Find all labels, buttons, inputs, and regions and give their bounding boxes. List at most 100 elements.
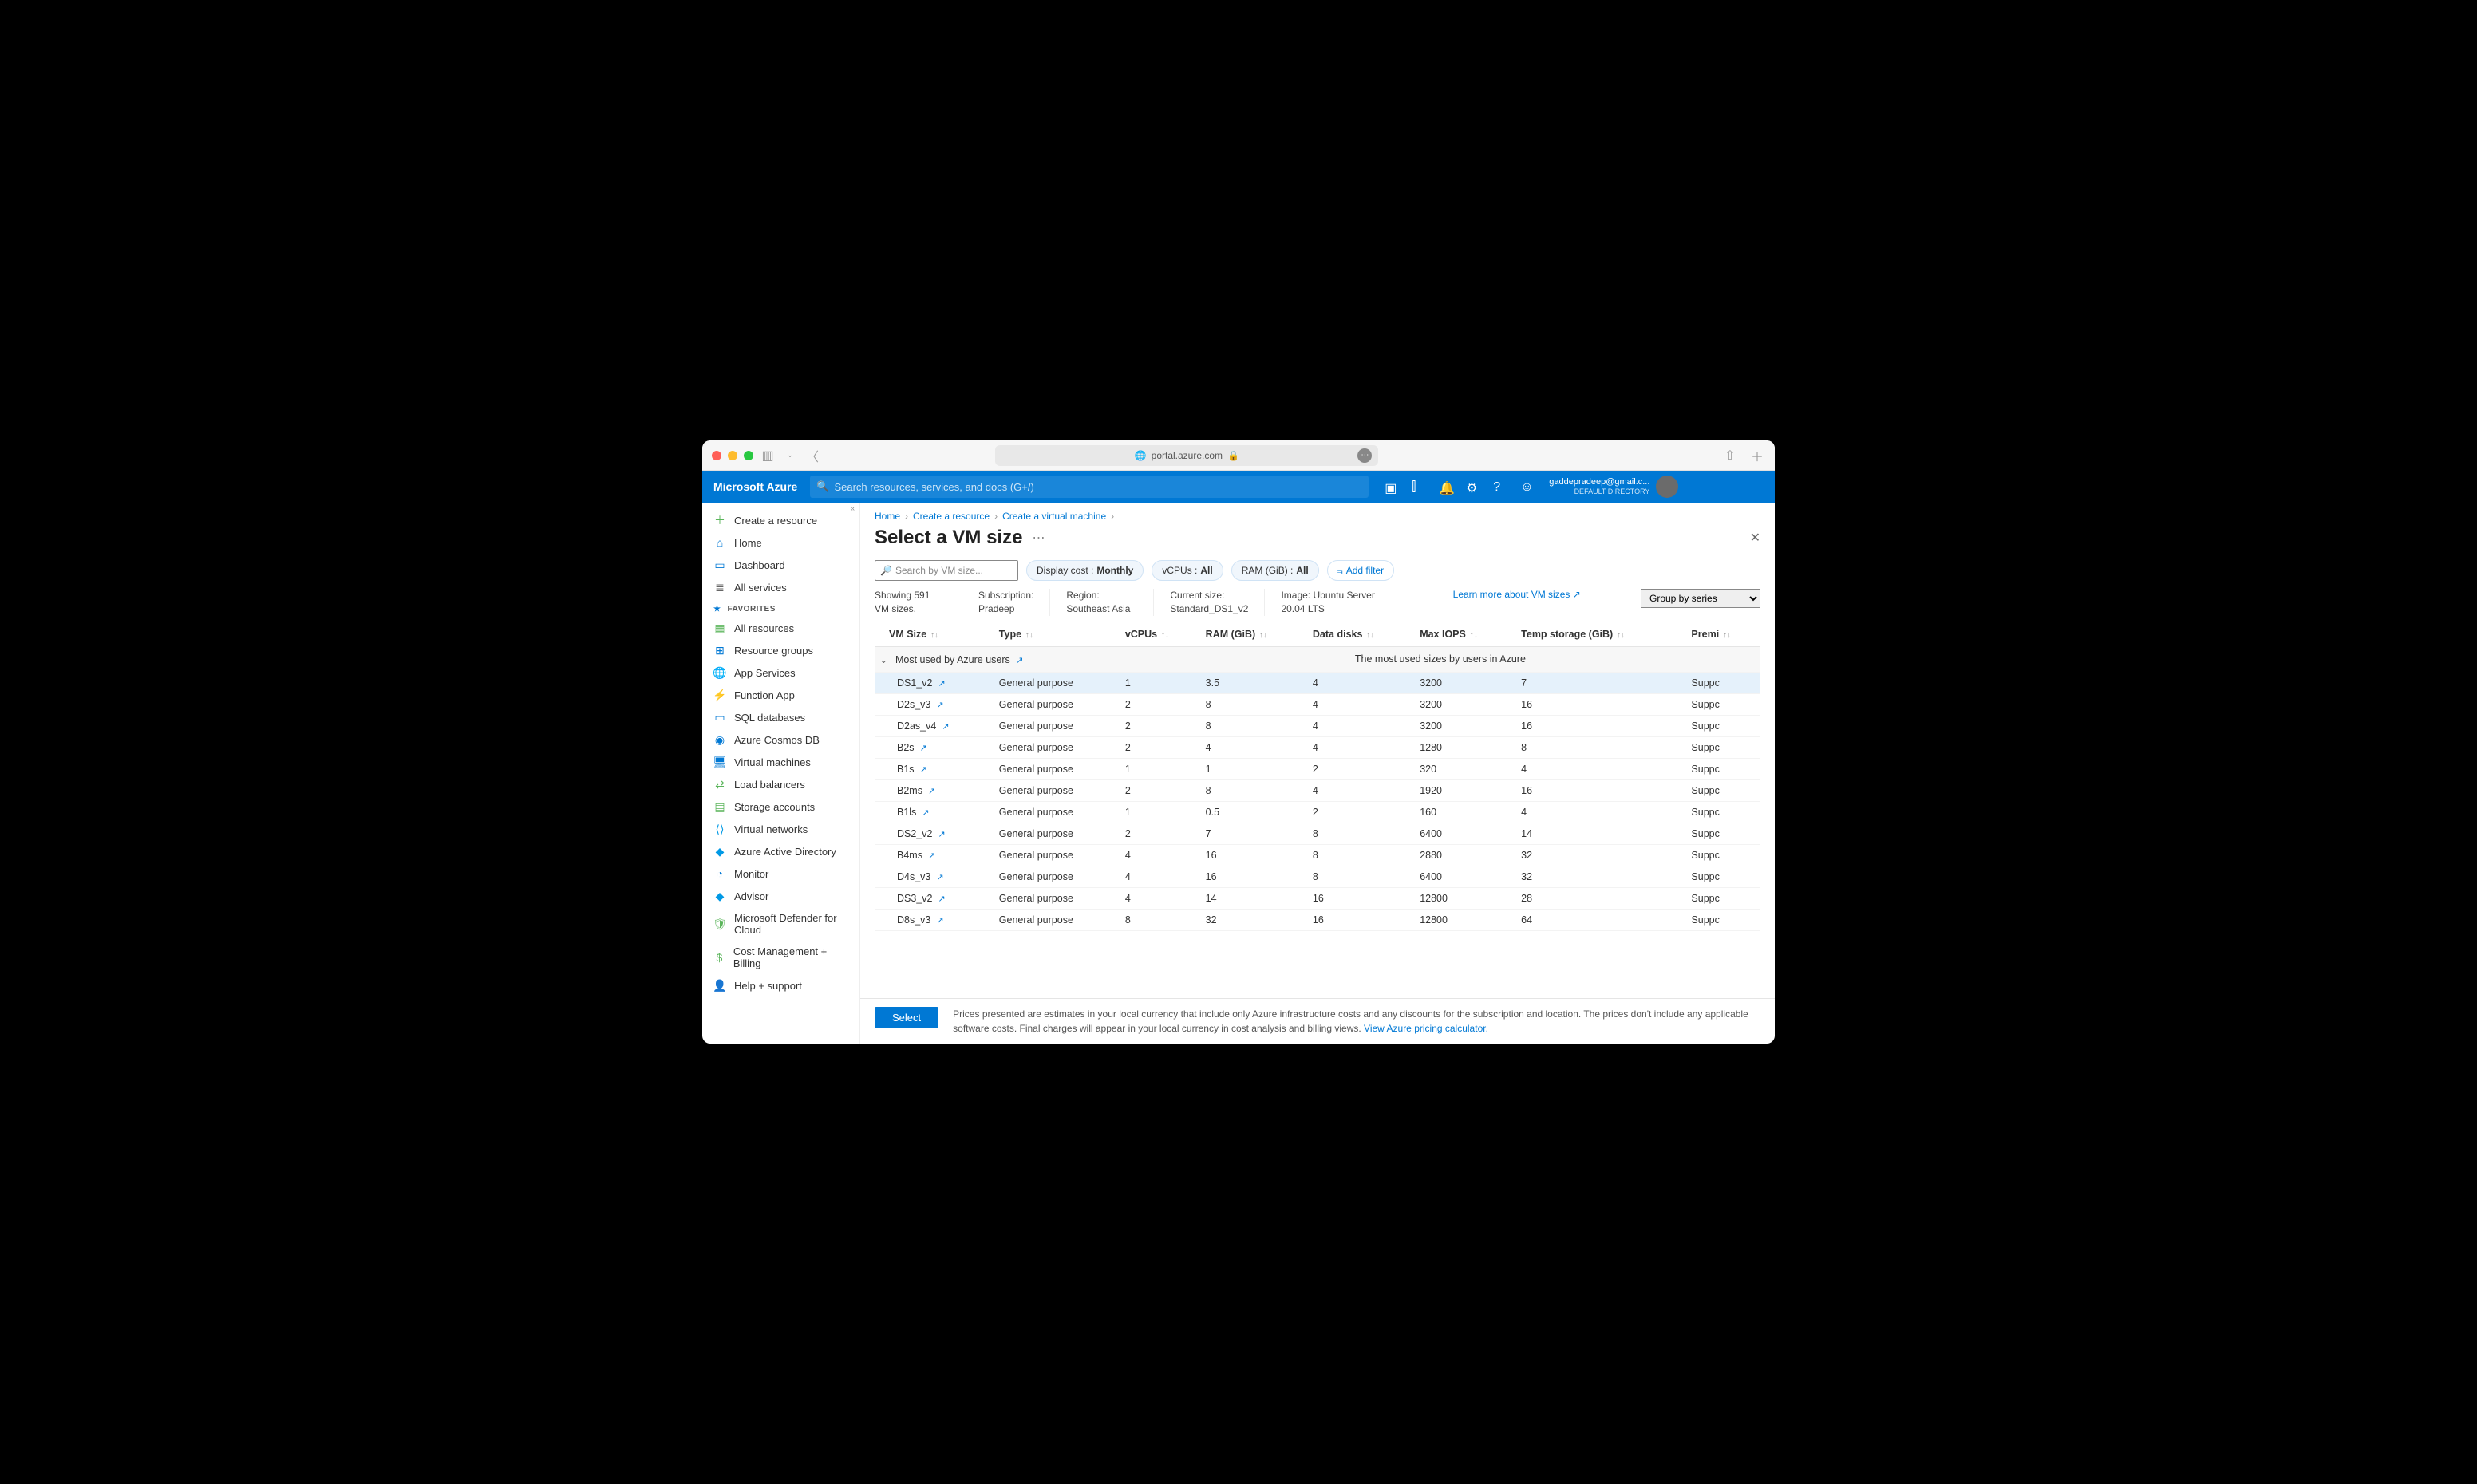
add-filter-button[interactable]: ⫬ Add filter: [1327, 560, 1394, 581]
cell-iops: 1280: [1415, 736, 1516, 758]
sidebar-item[interactable]: ▭SQL databases: [702, 706, 859, 728]
table-row[interactable]: D4s_v3 ↗ General purpose 4 16 8 6400 32 …: [875, 866, 1760, 887]
table-row[interactable]: D2s_v3 ↗ General purpose 2 8 4 3200 16 S…: [875, 693, 1760, 715]
table-row[interactable]: B4ms ↗ General purpose 4 16 8 2880 32 Su…: [875, 844, 1760, 866]
share-icon[interactable]: ⇧: [1722, 448, 1738, 464]
sidebar-item[interactable]: ＋Create a resource: [702, 509, 859, 531]
sidebar-item[interactable]: ⟨⟩Virtual networks: [702, 818, 859, 840]
brand-label[interactable]: Microsoft Azure: [713, 480, 797, 493]
sidebar-item[interactable]: $Cost Management + Billing: [702, 941, 859, 974]
cell-size: D8s_v3 ↗: [875, 909, 994, 930]
pricing-calculator-link[interactable]: View Azure pricing calculator.: [1364, 1023, 1488, 1034]
close-window-icon[interactable]: [712, 451, 721, 460]
nav-icon: $: [713, 951, 725, 964]
sidebar-item[interactable]: ⇄Load balancers: [702, 773, 859, 795]
browser-window: ▥ ⌄ 〈 🌐 portal.azure.com 🔒 ⋯ ⇧ ＋ Microso…: [702, 440, 1775, 1044]
bell-icon[interactable]: 🔔: [1439, 480, 1452, 493]
crumb-home[interactable]: Home: [875, 511, 900, 522]
table-row[interactable]: D2as_v4 ↗ General purpose 2 8 4 3200 16 …: [875, 715, 1760, 736]
trend-icon: ↗: [935, 894, 945, 904]
vm-size-search[interactable]: 🔎 Search by VM size...: [875, 560, 1018, 581]
sidebar-toggle-icon[interactable]: ▥: [760, 448, 776, 464]
gear-icon[interactable]: ⚙: [1466, 480, 1479, 493]
sidebar-item[interactable]: 🖥Virtual machines: [702, 751, 859, 773]
ram-filter-pill[interactable]: RAM (GiB) : All: [1231, 560, 1319, 581]
trend-icon: ↗: [934, 916, 943, 926]
cell-type: General purpose: [994, 801, 1120, 823]
table-row[interactable]: B1ls ↗ General purpose 1 0.5 2 160 4 Sup…: [875, 801, 1760, 823]
maximize-window-icon[interactable]: [744, 451, 753, 460]
chevron-right-icon: ›: [905, 511, 908, 522]
table-row[interactable]: B2s ↗ General purpose 2 4 4 1280 8 Suppc: [875, 736, 1760, 758]
cell-type: General purpose: [994, 887, 1120, 909]
column-header[interactable]: RAM (GiB) ↑↓: [1201, 622, 1308, 647]
column-header[interactable]: vCPUs ↑↓: [1120, 622, 1201, 647]
sidebar-item[interactable]: ▭Dashboard: [702, 554, 859, 576]
global-search[interactable]: 🔍 Search resources, services, and docs (…: [810, 476, 1369, 498]
sidebar-item[interactable]: ◉Azure Cosmos DB: [702, 728, 859, 751]
cell-iops: 6400: [1415, 823, 1516, 844]
footer-bar: Select Prices presented are estimates in…: [860, 998, 1775, 1044]
table-row[interactable]: DS3_v2 ↗ General purpose 4 14 16 12800 2…: [875, 887, 1760, 909]
cell-ram: 8: [1201, 715, 1308, 736]
table-row[interactable]: B1s ↗ General purpose 1 1 2 320 4 Suppc: [875, 758, 1760, 779]
learn-more-link[interactable]: Learn more about VM sizes ↗: [1453, 589, 1581, 600]
table-row[interactable]: DS1_v2 ↗ General purpose 1 3.5 4 3200 7 …: [875, 672, 1760, 693]
more-icon[interactable]: ⋯: [1357, 448, 1372, 463]
collapse-icon[interactable]: «: [850, 504, 855, 513]
minimize-window-icon[interactable]: [728, 451, 737, 460]
column-header[interactable]: Data disks ↑↓: [1308, 622, 1415, 647]
vcpu-filter-pill[interactable]: vCPUs : All: [1152, 560, 1223, 581]
sidebar-item[interactable]: ▦All resources: [702, 617, 859, 639]
sidebar-item[interactable]: ▤Storage accounts: [702, 795, 859, 818]
select-button[interactable]: Select: [875, 1007, 938, 1028]
back-icon[interactable]: 〈: [804, 448, 820, 464]
sidebar-item[interactable]: ◆Azure Active Directory: [702, 840, 859, 862]
column-header[interactable]: Premi ↑↓: [1686, 622, 1760, 647]
filter-icon[interactable]: ⫿: [1412, 480, 1424, 493]
sidebar-item[interactable]: 🌐App Services: [702, 661, 859, 684]
help-icon[interactable]: ?: [1493, 480, 1506, 493]
new-tab-icon[interactable]: ＋: [1749, 448, 1765, 464]
cost-filter-pill[interactable]: Display cost : Monthly: [1026, 560, 1144, 581]
sidebar-item[interactable]: ◔Monitor: [702, 862, 859, 885]
cell-prem: Suppc: [1686, 844, 1760, 866]
chevron-down-icon[interactable]: ⌄: [782, 448, 798, 464]
sort-icon: ↑↓: [1257, 631, 1267, 640]
group-by-select[interactable]: Group by series: [1641, 589, 1760, 608]
sidebar-item[interactable]: 👤Help + support: [702, 974, 859, 997]
table-row[interactable]: D8s_v3 ↗ General purpose 8 32 16 12800 6…: [875, 909, 1760, 930]
column-header[interactable]: Type ↑↓: [994, 622, 1120, 647]
crumb-create-resource[interactable]: Create a resource: [913, 511, 990, 522]
close-icon[interactable]: ✕: [1750, 530, 1760, 546]
cell-ram: 32: [1201, 909, 1308, 930]
column-header[interactable]: Temp storage (GiB) ↑↓: [1516, 622, 1686, 647]
user-menu[interactable]: gaddepradeep@gmail.c... DEFAULT DIRECTOR…: [1549, 476, 1678, 498]
meta-subscription: Subscription: Pradeep: [978, 589, 1050, 616]
cell-iops: 12800: [1415, 909, 1516, 930]
crumb-create-vm[interactable]: Create a virtual machine: [1002, 511, 1106, 522]
table-row[interactable]: B2ms ↗ General purpose 2 8 4 1920 16 Sup…: [875, 779, 1760, 801]
sidebar-item[interactable]: ≣All services: [702, 576, 859, 598]
sidebar-item[interactable]: ⌂Home: [702, 531, 859, 554]
cloud-shell-icon[interactable]: ▣: [1385, 480, 1397, 493]
nav-label: Azure Active Directory: [734, 846, 836, 858]
sort-icon: ↑↓: [928, 631, 938, 640]
sidebar-item[interactable]: ◆Advisor: [702, 885, 859, 907]
cell-temp: 7: [1516, 672, 1686, 693]
cell-temp: 4: [1516, 801, 1686, 823]
nav-label: Dashboard: [734, 559, 785, 571]
more-icon[interactable]: ⋯: [1032, 530, 1045, 546]
url-bar[interactable]: 🌐 portal.azure.com 🔒 ⋯: [995, 445, 1378, 466]
column-header[interactable]: VM Size ↑↓: [875, 622, 994, 647]
column-header[interactable]: Max IOPS ↑↓: [1415, 622, 1516, 647]
sidebar-item[interactable]: ⊞Resource groups: [702, 639, 859, 661]
sidebar-item[interactable]: ⚡Function App: [702, 684, 859, 706]
chevron-right-icon: ›: [1111, 511, 1114, 522]
sidebar-item[interactable]: 🛡Microsoft Defender for Cloud: [702, 907, 859, 941]
table-row[interactable]: DS2_v2 ↗ General purpose 2 7 8 6400 14 S…: [875, 823, 1760, 844]
group-header-row[interactable]: ⌄ Most used by Azure users ↗ The most us…: [875, 646, 1760, 672]
feedback-icon[interactable]: ☺: [1520, 480, 1533, 493]
nav-icon: ▦: [713, 622, 726, 634]
cell-prem: Suppc: [1686, 736, 1760, 758]
